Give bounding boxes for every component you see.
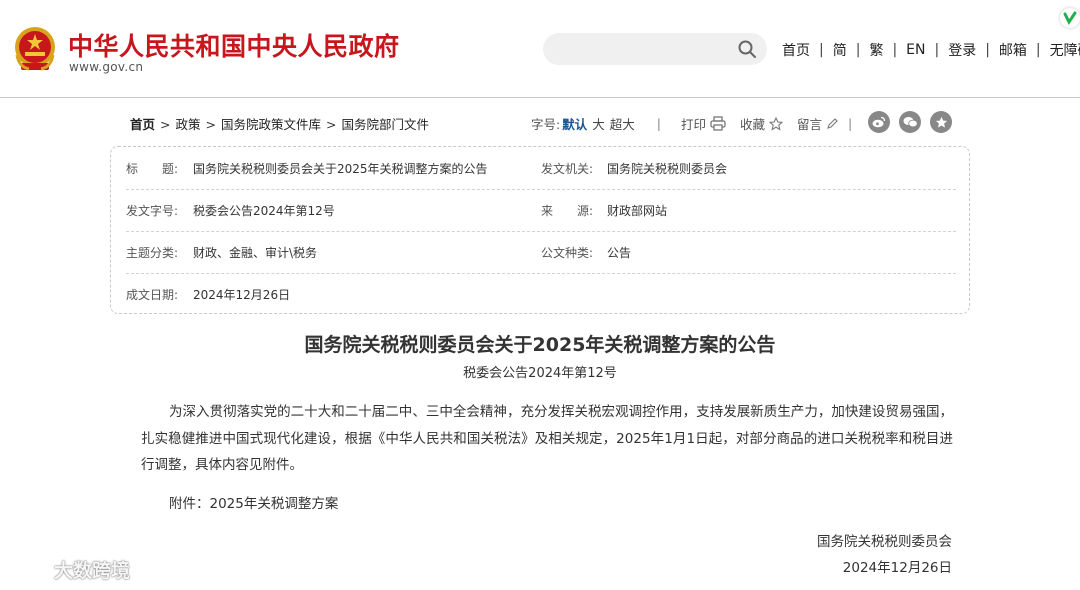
pencil-icon [827,117,838,129]
top-nav: 首页 | 简 | 繁 | EN | 登录 | 邮箱 | 无障碍 [782,40,1080,60]
font-size-large[interactable]: 大 [592,114,605,133]
browser-extension-icon[interactable] [1060,8,1080,28]
breadcrumb-department-docs[interactable]: 国务院部门文件 [342,117,430,132]
info-label-source: 来 源: [541,204,594,218]
comment-button[interactable]: 留言 [797,114,838,133]
watermark: 大数跨境 [10,556,130,583]
info-row: 标 题: 国务院关税税则委员会关于2025年关税调整方案的公告 发文机关: 国务… [126,147,956,190]
info-row: 成文日期: 2024年12月26日 [126,273,956,315]
info-value-date: 2024年12月26日 [193,288,291,302]
printer-icon [710,116,726,131]
breadcrumb-policy[interactable]: 政策 [176,117,201,132]
share-bar [868,111,961,133]
info-value-issuer: 国务院关税税则委员会 [607,162,728,176]
site-header: 中华人民共和国中央人民政府 www.gov.cn 首页 | 简 | 繁 | EN | 登… [0,0,1080,98]
info-value-title: 国务院关税税则委员会关于2025年关税调整方案的公告 [193,162,488,176]
nav-home[interactable]: 首页 [782,40,810,60]
site-url[interactable]: www.gov.cn [69,60,143,74]
tools-separator: | [656,116,661,131]
wechat-icon[interactable] [899,111,921,133]
article-title: 国务院关税税则委员会关于2025年关税调整方案的公告 [304,334,776,356]
nav-separator: | [985,42,990,58]
nav-separator: | [892,42,898,58]
font-size-label: 字号: [531,117,561,132]
info-label-category: 主题分类: [126,246,179,260]
info-label-title: 标 题: [126,162,179,176]
nav-separator: | [819,42,824,58]
info-value-category: 财政、金融、审计\税务 [193,246,318,260]
breadcrumb-home[interactable]: 首页 [130,117,155,132]
print-label: 打印 [680,117,706,132]
info-label-issuer: 发文机关: [541,162,594,176]
nav-separator: | [1035,42,1041,58]
favorite-button[interactable]: 收藏 [740,114,784,133]
favorite-label: 收藏 [740,117,766,132]
search-icon[interactable] [737,39,757,59]
article-date: 2024年12月26日 [842,560,952,576]
font-size-xlarge[interactable]: 超大 [610,114,635,133]
article-attachment[interactable]: 附件：2025年关税调整方案 [169,492,338,512]
document-info-table: 标 题: 国务院关税税则委员会关于2025年关税调整方案的公告 发文机关: 国务… [110,146,970,314]
nav-english[interactable]: EN [906,42,925,58]
breadcrumb-policy-library[interactable]: 国务院政策文件库 [221,117,321,132]
tools-separator: | [848,116,853,131]
nav-separator: | [934,42,940,58]
info-row: 发文字号: 税委会公告2024年第12号 来 源: 财政部网站 [126,189,956,232]
star-outline-icon [769,116,784,131]
nav-separator: | [855,42,861,58]
nav-mail[interactable]: 邮箱 [999,40,1027,60]
breadcrumb: 首页 > 政策 > 国务院政策文件库 > 国务院部门文件 [130,114,429,133]
breadcrumb-arrow: > [326,117,337,132]
info-value-doc-number: 税委会公告2024年第12号 [193,204,335,218]
favorite-star-icon[interactable] [930,111,952,133]
nav-login[interactable]: 登录 [948,40,976,60]
nav-accessibility[interactable]: 无障碍 [1050,40,1080,60]
info-label-doc-type: 公文种类: [541,246,594,260]
article-signer: 国务院关税税则委员会 [817,534,952,550]
page-tools: 字号: 默认 大 超大 | 打印 收藏 留言 | [531,114,852,133]
font-size-default[interactable]: 默认 [562,114,587,133]
breadcrumb-arrow: > [160,117,171,132]
national-emblem-icon[interactable] [13,25,57,73]
info-row: 主题分类: 财政、金融、审计\税务 公文种类: 公告 [126,231,956,274]
search-box [543,33,767,65]
nav-traditional[interactable]: 繁 [869,40,883,60]
info-label-date: 成文日期: [126,288,179,302]
nav-simplified[interactable]: 简 [833,40,847,60]
comment-label: 留言 [797,117,823,132]
info-label-doc-number: 发文字号: [126,204,179,218]
site-title[interactable]: 中华人民共和国中央人民政府 [68,27,400,63]
search-input[interactable] [557,39,731,61]
info-value-source: 财政部网站 [607,204,668,218]
print-button[interactable]: 打印 [681,114,726,133]
weibo-icon[interactable] [868,111,890,133]
article-body: 为深入贯彻落实党的二十大和二十届二中、三中全会精神，充分发挥关税宏观调控作用，支… [141,404,953,473]
info-value-doc-type: 公告 [607,246,632,260]
article-doc-number: 税委会公告2024年第12号 [463,366,617,381]
breadcrumb-arrow: > [205,117,216,132]
watermark-text: 大数跨境 [54,560,131,582]
watermark-logo-icon [11,561,50,577]
